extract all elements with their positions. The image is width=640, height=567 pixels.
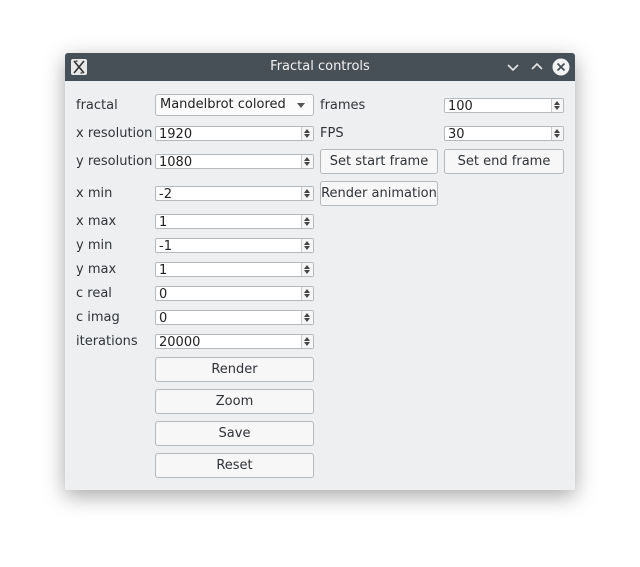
window-title: Fractal controls <box>270 59 370 74</box>
x-min-value: -2 <box>159 187 172 202</box>
y-resolution-label: y resolution <box>76 154 153 169</box>
fractal-label: fractal <box>76 98 118 113</box>
spin-arrows-icon[interactable] <box>301 239 313 252</box>
fps-value: 30 <box>448 127 465 142</box>
title-bar[interactable]: Fractal controls <box>65 53 575 81</box>
c-imag-label: c imag <box>76 310 120 325</box>
maximize-icon[interactable] <box>527 57 547 77</box>
iterations-value: 20000 <box>159 335 201 350</box>
y-min-spinbox[interactable]: -1 <box>155 238 314 254</box>
spin-arrows-icon[interactable] <box>551 99 563 112</box>
spin-arrows-icon[interactable] <box>551 127 563 140</box>
y-max-spinbox[interactable]: 1 <box>155 262 314 278</box>
spin-arrows-icon[interactable] <box>301 287 313 300</box>
render-animation-button[interactable]: Render animation <box>320 181 438 206</box>
iterations-spinbox[interactable]: 20000 <box>155 334 314 350</box>
x-min-spinbox[interactable]: -2 <box>155 186 314 202</box>
fractal-controls-window: Fractal controls fractal x resolution y … <box>65 53 575 490</box>
zoom-button[interactable]: Zoom <box>155 389 314 414</box>
x-max-value: 1 <box>159 215 168 230</box>
set-start-frame-button[interactable]: Set start frame <box>320 149 438 174</box>
y-resolution-value: 1080 <box>159 155 193 170</box>
fractal-select[interactable]: Mandelbrot colored <box>155 94 314 116</box>
x-resolution-label: x resolution <box>76 126 153 141</box>
x-resolution-spinbox[interactable]: 1920 <box>155 126 314 142</box>
spin-arrows-icon[interactable] <box>301 335 313 348</box>
c-imag-spinbox[interactable]: 0 <box>155 310 314 326</box>
spin-arrows-icon[interactable] <box>301 187 313 200</box>
x-min-label: x min <box>76 186 113 201</box>
spin-arrows-icon[interactable] <box>301 263 313 276</box>
render-button[interactable]: Render <box>155 357 314 382</box>
c-real-label: c real <box>76 286 112 301</box>
frames-value: 100 <box>448 99 473 114</box>
x-resolution-value: 1920 <box>159 127 193 142</box>
y-resolution-spinbox[interactable]: 1080 <box>155 154 314 170</box>
spin-arrows-icon[interactable] <box>301 155 313 168</box>
c-real-spinbox[interactable]: 0 <box>155 286 314 302</box>
y-max-value: 1 <box>159 263 168 278</box>
save-button[interactable]: Save <box>155 421 314 446</box>
x-max-spinbox[interactable]: 1 <box>155 214 314 230</box>
y-min-label: y min <box>76 238 113 253</box>
frames-label: frames <box>320 98 366 113</box>
x-max-label: x max <box>76 214 117 229</box>
fps-spinbox[interactable]: 30 <box>444 126 564 142</box>
close-icon[interactable] <box>551 57 571 77</box>
y-max-label: y max <box>76 262 117 277</box>
spin-arrows-icon[interactable] <box>301 311 313 324</box>
fps-label: FPS <box>320 126 344 141</box>
y-min-value: -1 <box>159 239 172 254</box>
minimize-icon[interactable] <box>503 57 523 77</box>
fractal-select-value: Mandelbrot colored <box>160 97 286 112</box>
spin-arrows-icon[interactable] <box>301 215 313 228</box>
set-end-frame-button[interactable]: Set end frame <box>444 149 564 174</box>
c-real-value: 0 <box>159 287 168 302</box>
iterations-label: iterations <box>76 334 138 349</box>
chevron-down-icon[interactable] <box>297 103 305 108</box>
spin-arrows-icon[interactable] <box>301 127 313 140</box>
c-imag-value: 0 <box>159 311 168 326</box>
frames-spinbox[interactable]: 100 <box>444 98 564 114</box>
reset-button[interactable]: Reset <box>155 453 314 478</box>
